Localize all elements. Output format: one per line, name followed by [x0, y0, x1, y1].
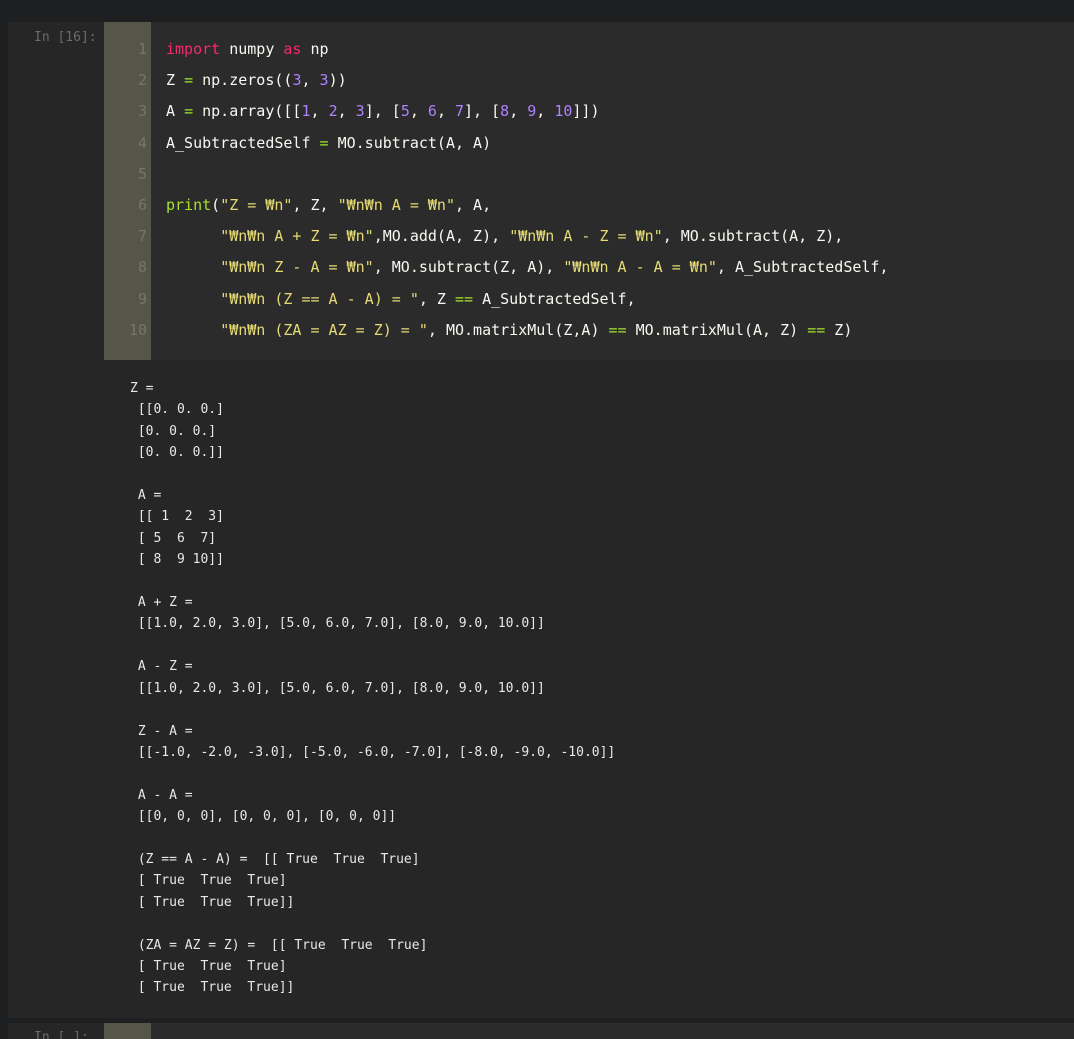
code-token: np.zeros((	[193, 71, 293, 90]
code-text: A = np.array([[1, 2, 3], [5, 6, 7], [8, …	[166, 96, 600, 127]
code-token: ,	[301, 71, 320, 90]
code-token: ,	[337, 102, 356, 121]
code-token: 6	[427, 102, 437, 121]
code-token: 7	[455, 102, 465, 121]
code-token: ], [	[364, 102, 401, 121]
code-token: "₩n₩n (ZA = AZ = Z) = "	[220, 320, 428, 339]
code-token: 5	[400, 102, 410, 121]
code-token: print	[166, 196, 212, 214]
code-token: ]])	[572, 102, 600, 121]
code-token: , MO.matrixMul(Z,A)	[427, 320, 609, 339]
code-token: ==	[807, 320, 826, 339]
code-token: MO.subtract(A, A)	[328, 133, 492, 152]
code-token: Z	[166, 71, 185, 90]
code-token: =	[184, 102, 194, 121]
line-number: 10	[128, 320, 147, 339]
code-text: Z = np.zeros((3, 3))	[166, 65, 347, 96]
code-token: A_SubtractedSelf,	[473, 289, 636, 308]
code-text: A_SubtractedSelf = MO.subtract(A, A)	[166, 128, 491, 159]
code-token: np.array([[	[193, 102, 302, 121]
cell-prompt: In [16]:	[34, 30, 97, 45]
code-token: "₩n₩n A - Z = ₩n"	[509, 227, 663, 246]
code-token: 1	[301, 102, 311, 121]
code-token: 8	[500, 102, 510, 121]
code-token: 3	[355, 102, 365, 121]
line-number: 6	[137, 196, 147, 214]
code-token: =	[184, 71, 194, 90]
code-text: "₩n₩n A + Z = ₩n",MO.add(A, Z), "₩n₩n A …	[166, 221, 843, 252]
code-token: ,MO.add(A, Z),	[373, 227, 510, 246]
code-text: "₩n₩n Z - A = ₩n", MO.subtract(Z, A), "₩…	[166, 252, 889, 283]
code-token: ==	[608, 320, 627, 339]
code-token: as	[283, 40, 302, 58]
code-token: A_SubtractedSelf	[166, 133, 320, 152]
code-token: , MO.subtract(A, Z),	[662, 227, 844, 246]
code-token: , Z	[418, 289, 455, 308]
code-token: 9	[527, 102, 537, 121]
code-token: ,	[310, 102, 329, 121]
code-token: ,	[509, 102, 528, 121]
code-token: A	[166, 102, 185, 121]
line-number: 1	[137, 40, 147, 58]
code-token: ,	[436, 102, 455, 121]
code-token: numpy	[220, 40, 284, 58]
cell-output: Z = [[0. 0. 0.] [0. 0. 0.] [0. 0. 0.]] A…	[130, 381, 616, 996]
next-line-number-gutter	[104, 1023, 151, 1039]
code-token: 10	[554, 102, 573, 121]
next-cell-prompt: In [ ]:	[34, 1030, 89, 1039]
line-number: 2	[137, 71, 147, 90]
code-token: , Z,	[292, 196, 338, 214]
code-token: MO.matrixMul(A, Z)	[626, 320, 808, 339]
code-text: "₩n₩n (Z == A - A) = ", Z == A_Subtracte…	[166, 284, 636, 315]
code-token: ], [	[464, 102, 501, 121]
code-token: "₩n₩n Z - A = ₩n"	[220, 258, 374, 277]
line-number: 3	[137, 102, 147, 121]
code-text: import numpy as np	[166, 34, 329, 65]
code-token: ==	[455, 289, 474, 308]
code-token: =	[319, 133, 329, 152]
code-token: import	[166, 40, 221, 58]
code-token: , A,	[455, 196, 492, 214]
code-text: "₩n₩n (ZA = AZ = Z) = ", MO.matrixMul(Z,…	[166, 315, 852, 346]
code-token: "₩n₩n A = ₩n"	[337, 196, 455, 214]
code-text: print("Z = ₩n", Z, "₩n₩n A = ₩n", A,	[166, 190, 491, 221]
code-token: , A_SubtractedSelf,	[716, 258, 889, 277]
code-token: , MO.subtract(Z, A),	[373, 258, 564, 277]
code-token: ))	[328, 71, 347, 90]
code-token: Z)	[825, 320, 853, 339]
line-number: 8	[137, 258, 147, 277]
line-number: 7	[137, 227, 147, 246]
line-number: 4	[137, 133, 147, 152]
code-token: np	[301, 40, 329, 58]
code-token: "₩n₩n A - A = ₩n"	[563, 258, 717, 277]
code-token: "₩n₩n A + Z = ₩n"	[220, 227, 374, 246]
line-number: 5	[137, 164, 147, 183]
next-code-editor[interactable]	[151, 1023, 1074, 1039]
code-token: (	[211, 196, 221, 214]
code-token: ,	[409, 102, 428, 121]
code-token: 2	[328, 102, 338, 121]
code-token: "Z = ₩n"	[220, 196, 293, 214]
code-token: "₩n₩n (Z == A - A) = "	[220, 289, 419, 308]
code-token: ,	[536, 102, 555, 121]
line-number: 9	[137, 289, 147, 308]
code-token: 3	[319, 71, 329, 90]
